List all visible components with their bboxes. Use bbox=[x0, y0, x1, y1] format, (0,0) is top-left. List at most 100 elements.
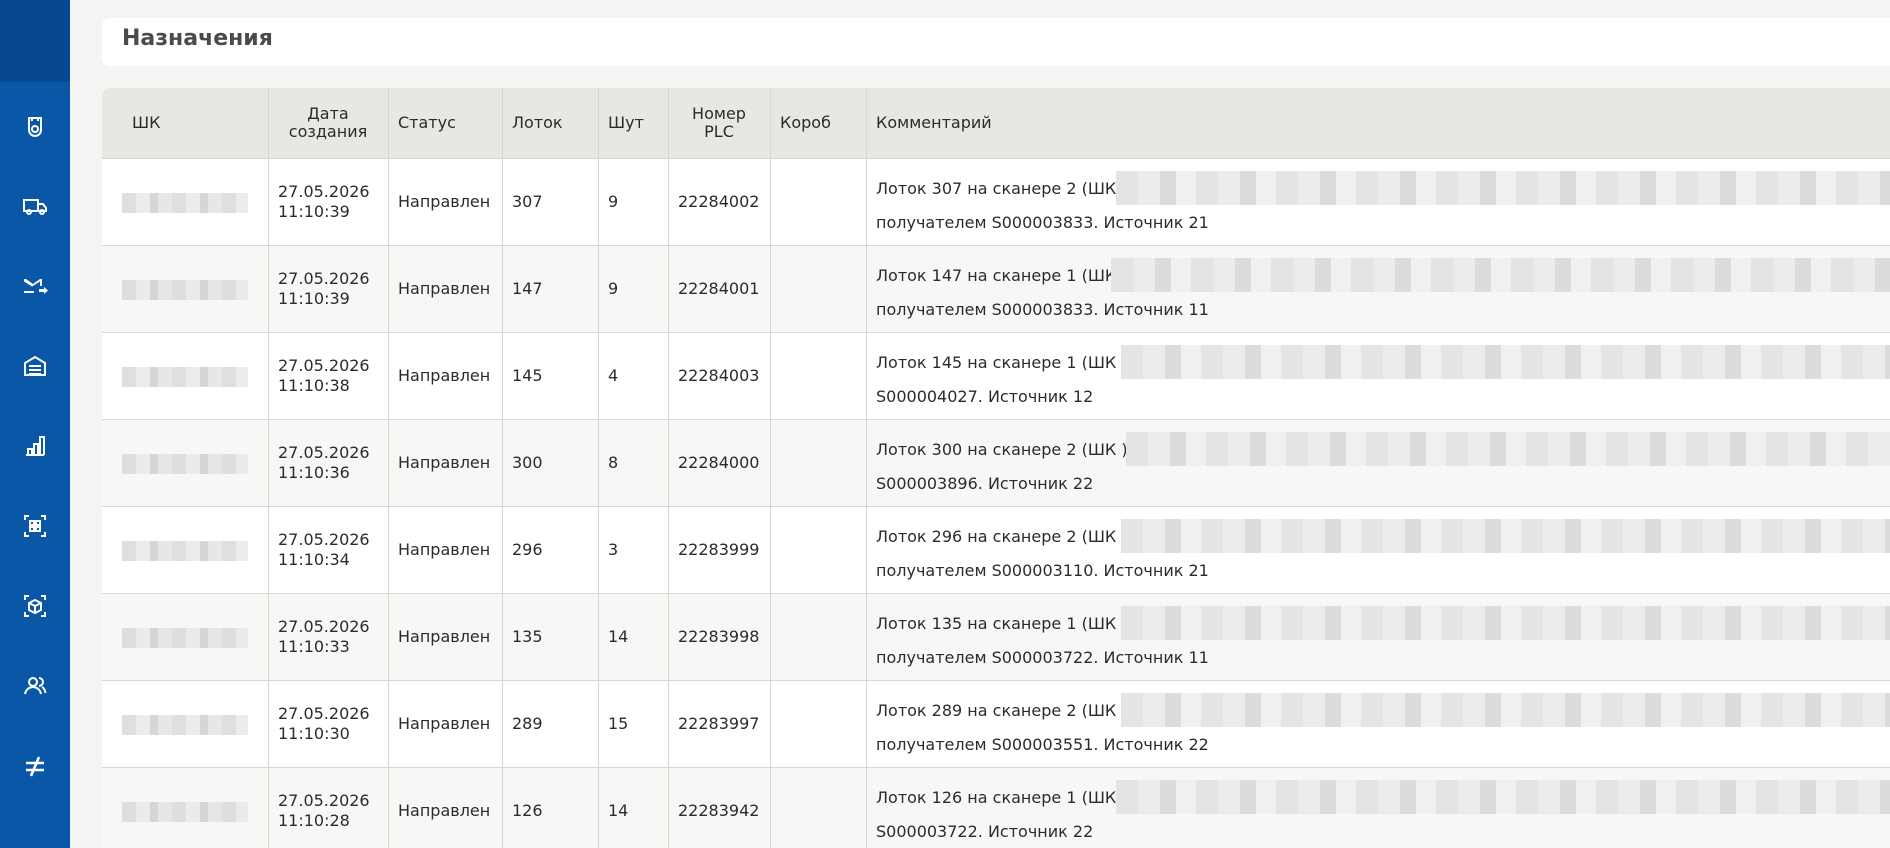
redacted-text bbox=[1121, 345, 1890, 379]
redacted-text bbox=[1126, 432, 1890, 466]
assignments-table: ШК Дата создания Статус Лоток Шут Номер PL… bbox=[102, 88, 1890, 848]
header-comment[interactable]: Комментарий bbox=[866, 88, 1766, 158]
not-equal-icon bbox=[26, 756, 44, 777]
comment-text: Лоток 307 на сканере 2 (ШК ) получателем … bbox=[876, 159, 1890, 245]
nav-item-compare[interactable] bbox=[0, 736, 70, 796]
column-divider bbox=[268, 88, 269, 848]
table-header: ШК Дата создания Статус Лоток Шут Номер PL… bbox=[102, 88, 1890, 158]
table-row[interactable]: 27.05.2026 11:10:38 Направлен 145 4 22284003 Л… bbox=[102, 332, 1890, 419]
table-row[interactable]: 27.05.2026 11:10:39 Направлен 307 9 22284002 Л… bbox=[102, 158, 1890, 245]
tray-cell: 289 bbox=[512, 714, 543, 733]
plc-cell: 22284003 bbox=[678, 366, 760, 385]
barcode-redacted bbox=[122, 715, 248, 735]
warehouse-icon bbox=[24, 355, 46, 376]
created-cell: 27.05.2026 11:10:39 bbox=[278, 182, 370, 221]
table-row[interactable]: 27.05.2026 11:10:36 Направлен 300 8 22284000 Л… bbox=[102, 419, 1890, 506]
comment-cell: Лоток 126 на сканере 1 (ШК ) S000003722. … bbox=[866, 768, 1890, 848]
title-card: Назначения bbox=[102, 18, 1890, 66]
tray-cell: 147 bbox=[512, 279, 543, 298]
tray-cell: 145 bbox=[512, 366, 543, 385]
column-divider bbox=[668, 88, 669, 848]
table-row[interactable]: 27.05.2026 11:10:39 Направлен 147 9 22284001 Л… bbox=[102, 245, 1890, 332]
status-cell: Направлен bbox=[398, 540, 491, 559]
comment-cell: Лоток 300 на сканере 2 (ШК ) S000003896. … bbox=[866, 420, 1890, 506]
barcode-redacted bbox=[122, 541, 248, 561]
nav-item-reports[interactable] bbox=[0, 416, 70, 476]
plc-cell: 22283998 bbox=[678, 627, 760, 646]
plc-cell: 22284002 bbox=[678, 192, 760, 211]
table-row[interactable]: 27.05.2026 11:10:34 Направлен 296 3 22283999 Л… bbox=[102, 506, 1890, 593]
header-chute[interactable]: Шут bbox=[598, 88, 668, 158]
nav-item-scan[interactable] bbox=[0, 496, 70, 556]
created-cell: 27.05.2026 11:10:28 bbox=[278, 791, 370, 830]
nav-item-assignments[interactable] bbox=[0, 256, 70, 316]
header-tray[interactable]: Лоток bbox=[502, 88, 598, 158]
comment-cell: Лоток 135 на сканере 1 (ШК ) получателем … bbox=[866, 594, 1890, 680]
nav-item-security[interactable] bbox=[0, 98, 70, 158]
barcode-redacted bbox=[122, 802, 248, 822]
nav-item-boxes[interactable] bbox=[0, 576, 70, 636]
page-title: Назначения bbox=[122, 26, 273, 51]
header-status[interactable]: Статус bbox=[388, 88, 502, 158]
chute-cell: 9 bbox=[608, 192, 619, 211]
column-divider bbox=[388, 88, 389, 848]
redacted-text bbox=[1121, 519, 1890, 553]
comment-text: Лоток 145 на сканере 1 (ШК ) S000004027. … bbox=[876, 333, 1890, 419]
redacted-text bbox=[1121, 693, 1890, 727]
chute-cell: 4 bbox=[608, 366, 619, 385]
box-scan-icon bbox=[24, 595, 46, 617]
comment-text: Лоток 289 на сканере 2 (ШК ) получателем … bbox=[876, 681, 1890, 767]
status-cell: Направлен bbox=[398, 366, 491, 385]
barcode-redacted bbox=[122, 367, 248, 387]
redacted-text bbox=[1116, 171, 1890, 205]
chute-cell: 8 bbox=[608, 453, 619, 472]
plc-cell: 22284001 bbox=[678, 279, 760, 298]
sidebar bbox=[0, 0, 70, 848]
column-divider bbox=[598, 88, 599, 848]
status-cell: Направлен bbox=[398, 627, 491, 646]
box-cell bbox=[770, 420, 866, 506]
created-cell: 27.05.2026 11:10:39 bbox=[278, 269, 370, 308]
header-created[interactable]: Дата создания bbox=[268, 88, 388, 158]
mail-forward-icon bbox=[24, 279, 48, 294]
status-cell: Направлен bbox=[398, 453, 491, 472]
box-cell bbox=[770, 333, 866, 419]
header-barcode[interactable]: ШК bbox=[122, 88, 262, 158]
bar-chart-icon bbox=[26, 436, 45, 456]
plc-cell: 22283942 bbox=[678, 801, 760, 820]
plc-cell: 22284000 bbox=[678, 453, 760, 472]
column-divider bbox=[770, 88, 771, 848]
nav-item-users[interactable] bbox=[0, 656, 70, 716]
plc-cell: 22283997 bbox=[678, 714, 760, 733]
box-cell bbox=[770, 681, 866, 767]
box-cell bbox=[770, 594, 866, 680]
header-box[interactable]: Короб bbox=[770, 88, 866, 158]
comment-cell: Лоток 289 на сканере 2 (ШК ) получателем … bbox=[866, 681, 1890, 767]
nav-item-delivery[interactable] bbox=[0, 176, 70, 236]
status-cell: Направлен bbox=[398, 714, 491, 733]
table-row[interactable]: 27.05.2026 11:10:28 Направлен 126 14 22283942… bbox=[102, 767, 1890, 848]
table-row[interactable]: 27.05.2026 11:10:33 Направлен 135 14 22283998… bbox=[102, 593, 1890, 680]
comment-cell: Лоток 296 на сканере 2 (ШК ) получателем … bbox=[866, 507, 1890, 593]
comment-text: Лоток 296 на сканере 2 (ШК ) получателем … bbox=[876, 507, 1890, 593]
column-divider bbox=[866, 88, 867, 848]
redacted-text bbox=[1121, 606, 1890, 640]
status-cell: Направлен bbox=[398, 192, 491, 211]
created-cell: 27.05.2026 11:10:30 bbox=[278, 704, 370, 743]
shield-icon bbox=[28, 117, 42, 137]
chute-cell: 9 bbox=[608, 279, 619, 298]
comment-cell: Лоток 307 на сканере 2 (ШК ) получателем … bbox=[866, 159, 1890, 245]
header-plc[interactable]: Номер PLC bbox=[668, 88, 770, 158]
box-cell bbox=[770, 246, 866, 332]
redacted-text bbox=[1116, 780, 1890, 814]
comment-cell: Лоток 145 на сканере 1 (ШК ) S000004027. … bbox=[866, 333, 1890, 419]
chute-cell: 14 bbox=[608, 627, 629, 646]
table-row[interactable]: 27.05.2026 11:10:30 Направлен 289 15 22283997… bbox=[102, 680, 1890, 767]
nav-item-warehouse[interactable] bbox=[0, 336, 70, 396]
created-cell: 27.05.2026 11:10:38 bbox=[278, 356, 370, 395]
redacted-text bbox=[1111, 258, 1890, 292]
users-icon bbox=[24, 677, 47, 695]
box-cell bbox=[770, 507, 866, 593]
barcode-redacted bbox=[122, 193, 248, 213]
created-cell: 27.05.2026 11:10:34 bbox=[278, 530, 370, 569]
